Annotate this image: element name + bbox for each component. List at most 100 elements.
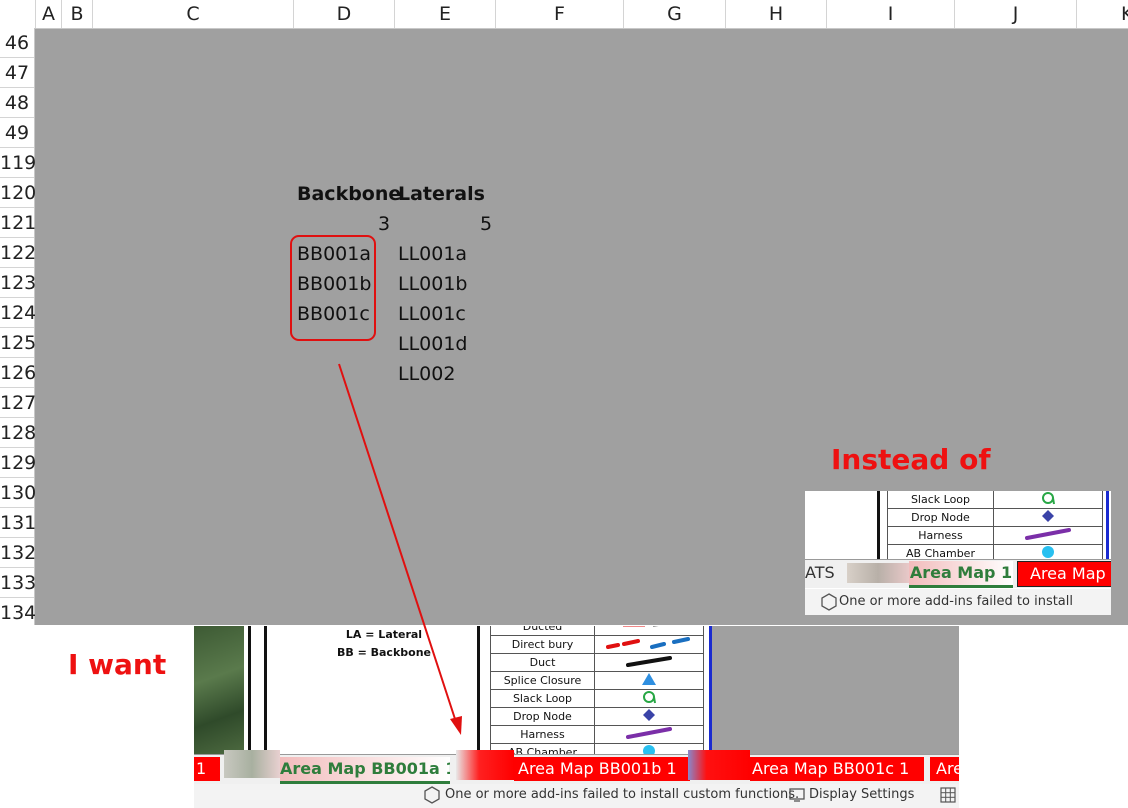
legend-label: Drop Node [490, 707, 595, 726]
instead-of-screenshot: Slack Loop Drop Node Harness AB Chamber … [805, 491, 1111, 615]
legend-row: Harness [887, 526, 1103, 545]
lateral-item-cell[interactable]: LL001a [398, 239, 467, 269]
row-header[interactable]: 49 [0, 118, 34, 148]
row-header[interactable]: 132 [0, 538, 36, 568]
status-bar: One or more add-ins failed to install cu… [194, 784, 959, 808]
slack-loop-icon [594, 689, 704, 708]
legend-label: Direct bury [490, 635, 595, 654]
row-header[interactable]: 133 [0, 568, 36, 598]
row-header[interactable]: 46 [0, 28, 34, 58]
ducted-line-icon [594, 626, 704, 636]
row-header[interactable]: 128 [0, 418, 36, 448]
sheet-tab-ats[interactable]: ATS [805, 561, 845, 585]
slack-loop-icon [993, 491, 1103, 509]
sheet-tab[interactable]: Area Map BB001b 1 [514, 757, 690, 781]
legend-label: Ducted [490, 626, 595, 636]
addin-warning-icon [422, 784, 442, 806]
column-header-h[interactable]: H [725, 0, 826, 28]
sheet-tab[interactable]: Area Map BB001c 1 [750, 757, 924, 781]
column-header-b[interactable]: B [61, 0, 92, 28]
redacted-block [847, 563, 909, 583]
backbone-header-cell[interactable]: Backbone [297, 179, 401, 209]
triangle-icon [594, 671, 704, 690]
laterals-header-cell[interactable]: Laterals [398, 179, 485, 209]
row-header[interactable]: 120 [0, 178, 36, 208]
backbone-highlight-box [290, 235, 376, 341]
row-header[interactable]: 124 [0, 298, 36, 328]
column-header-a[interactable]: A [35, 0, 61, 28]
purple-line-icon [594, 725, 704, 744]
status-message[interactable]: One or more add-ins failed to install cu… [805, 594, 1073, 615]
column-header-e[interactable]: E [394, 0, 495, 28]
i-want-label: I want [68, 648, 167, 681]
column-header-i[interactable]: I [826, 0, 954, 28]
legend-label: Splice Closure [490, 671, 595, 690]
lateral-item-cell[interactable]: LL001c [398, 299, 466, 329]
display-settings-icon[interactable] [788, 784, 806, 806]
dashed-line-icon [594, 635, 704, 654]
status-message[interactable]: One or more add-ins failed to install cu… [445, 784, 799, 806]
legend-row: Drop Node [490, 707, 704, 726]
select-all-corner[interactable] [0, 0, 35, 28]
key-line-lateral: LA = Lateral [345, 628, 423, 641]
sheet-tab-active[interactable]: Area Map 1 [909, 561, 1013, 588]
display-settings-button[interactable]: Display Settings [809, 784, 914, 806]
legend-row: Duct [490, 653, 704, 672]
sheet-tab[interactable]: Area Map [1017, 561, 1111, 587]
legend-label: Slack Loop [490, 689, 595, 708]
satellite-image [194, 626, 244, 754]
column-header-c[interactable]: C [92, 0, 293, 28]
column-header-j[interactable]: J [954, 0, 1076, 28]
row-header[interactable]: 123 [0, 268, 36, 298]
row-header[interactable]: 121 [0, 208, 36, 238]
redacted-block [688, 750, 750, 780]
row-header[interactable]: 134 [0, 598, 36, 628]
column-header-bar: A B C D E F G H I J K [0, 0, 1128, 29]
redacted-block [456, 750, 514, 780]
laterals-count-cell[interactable]: 5 [480, 209, 492, 239]
legend-label: Slack Loop [887, 491, 994, 509]
row-header[interactable]: 47 [0, 58, 34, 88]
legend-label: Duct [490, 653, 595, 672]
legend-label: Drop Node [887, 508, 994, 527]
diamond-icon [594, 707, 704, 726]
legend-row: Drop Node [887, 508, 1103, 527]
row-header[interactable]: 125 [0, 328, 36, 358]
instead-of-label: Instead of [831, 443, 991, 476]
row-header[interactable]: 130 [0, 478, 36, 508]
row-header[interactable]: 127 [0, 388, 36, 418]
sheet-tab[interactable]: Are [930, 757, 959, 781]
legend-label: Harness [490, 725, 595, 744]
row-header[interactable]: 122 [0, 238, 36, 268]
row-header[interactable]: 119 [0, 148, 36, 178]
addin-warning-icon [819, 589, 839, 615]
black-line-icon [594, 653, 704, 672]
legend-row: Splice Closure [490, 671, 704, 690]
legend-label: Harness [887, 526, 994, 545]
row-header-bar: 46 47 48 49 119 120 121 122 123 124 125 … [0, 28, 36, 628]
column-header-g[interactable]: G [623, 0, 725, 28]
legend-row: Slack Loop [887, 491, 1103, 509]
redacted-block [224, 750, 280, 778]
column-header-k[interactable]: K [1076, 0, 1128, 28]
legend-row: Harness [490, 725, 704, 744]
lateral-item-cell[interactable]: LL002 [398, 359, 455, 389]
lateral-item-cell[interactable]: LL001d [398, 329, 468, 359]
lateral-item-cell[interactable]: LL001b [398, 269, 468, 299]
sheet-tab[interactable]: 1 [194, 757, 220, 781]
column-header-f[interactable]: F [495, 0, 623, 28]
row-header[interactable]: 129 [0, 448, 36, 478]
legend-table: Ducted Direct bury Duct Splice Closure S… [490, 626, 704, 762]
backbone-count-cell[interactable]: 3 [378, 209, 390, 239]
normal-view-icon[interactable] [940, 787, 956, 808]
legend-row: Ducted [490, 626, 704, 636]
purple-line-icon [993, 526, 1103, 545]
row-header[interactable]: 48 [0, 88, 34, 118]
legend-row: Slack Loop [490, 689, 704, 708]
row-header[interactable]: 126 [0, 358, 36, 388]
column-header-d[interactable]: D [293, 0, 394, 28]
sheet-tab-active[interactable]: Area Map BB001a 1 [280, 757, 450, 784]
legend-table: Slack Loop Drop Node Harness AB Chamber [887, 491, 1103, 563]
row-header[interactable]: 131 [0, 508, 36, 538]
key-line-backbone: BB = Backbone [336, 646, 431, 659]
